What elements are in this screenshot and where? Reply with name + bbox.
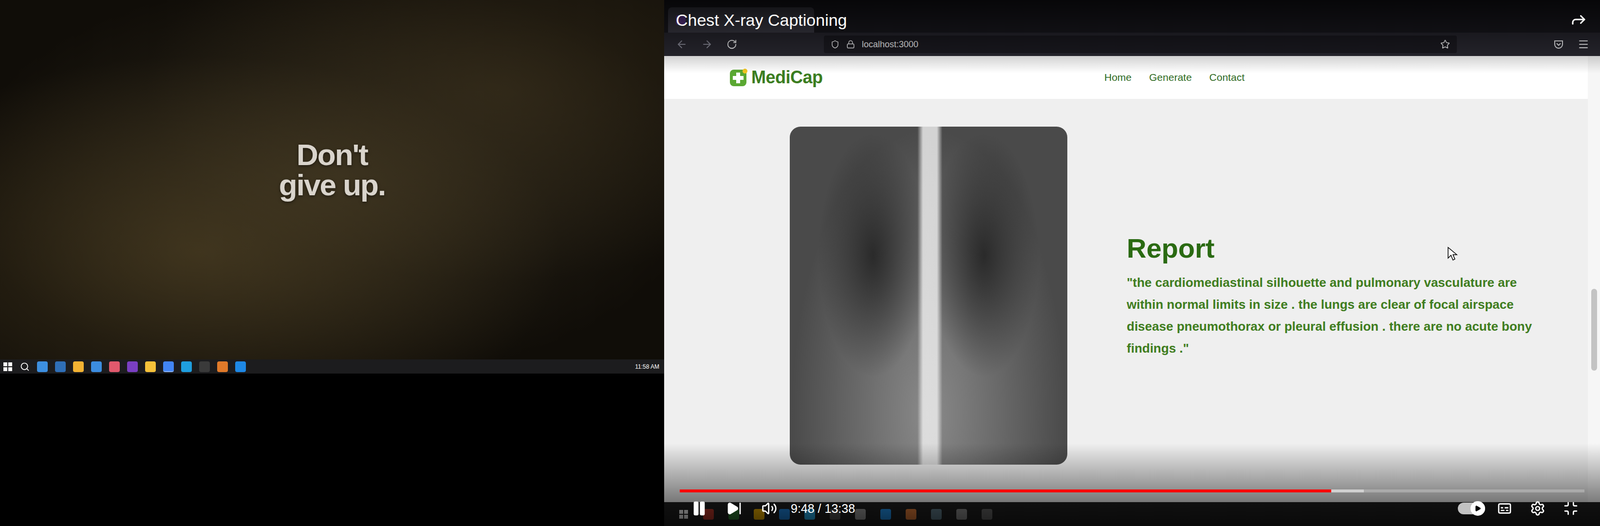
nav-links: Home Generate Contact <box>1104 71 1245 84</box>
wallpaper-text: give up. <box>279 169 386 201</box>
taskbar-app-icon[interactable] <box>199 361 210 373</box>
video-title[interactable]: Chest X-ray Captioning <box>675 10 848 30</box>
taskbar-app-icon[interactable] <box>55 361 66 373</box>
report-text: "the cardiomediastinal silhouette and pu… <box>1126 271 1541 360</box>
autoplay-track[interactable] <box>1457 502 1486 515</box>
start-icon[interactable] <box>2 361 13 372</box>
web-page: MediCapHomeGenerateContactReport"the car… <box>664 55 1600 503</box>
taskbar-app-icon[interactable] <box>217 361 228 373</box>
taskbar-app-icon[interactable] <box>145 361 156 373</box>
left-monitor: Don'tgive up. 11:58 AM <box>0 0 665 526</box>
captions-icon[interactable] <box>1496 500 1513 517</box>
taskbar-app-icon[interactable] <box>235 361 246 373</box>
report: Report "the cardiomediastinal silhouette … <box>1126 232 1541 360</box>
next-icon[interactable] <box>726 500 743 517</box>
controls-row: 9:48 / 13:38 <box>679 496 1585 521</box>
exit-fullscreen-button[interactable] <box>1557 496 1585 521</box>
page-content: Report "the cardiomediastinal silhouette … <box>664 98 1588 465</box>
next-button[interactable] <box>720 496 748 521</box>
taskbar-app-icon[interactable] <box>37 361 48 373</box>
nav-link[interactable]: Generate <box>1149 71 1192 84</box>
player-controls: 9:48 / 13:38 <box>664 443 1600 526</box>
gear-icon[interactable] <box>1529 500 1546 517</box>
empty-area <box>0 373 665 526</box>
taskbar-app-icon[interactable] <box>73 361 84 373</box>
time-display: 9:48 / 13:38 <box>790 501 856 516</box>
volume-button[interactable] <box>755 496 783 521</box>
scrollbar[interactable] <box>1587 55 1600 503</box>
xray-image <box>789 126 1068 465</box>
pause-icon[interactable] <box>690 500 708 517</box>
exit-fullscreen-icon[interactable] <box>1562 500 1579 517</box>
taskbar-app-icon[interactable] <box>127 361 138 373</box>
volume-icon[interactable] <box>761 500 778 517</box>
video-player[interactable]: localhost:3000MediCapHomeGenerateContact… <box>664 0 1600 526</box>
nav-link[interactable]: Contact <box>1209 71 1245 84</box>
autoplay-play-icon <box>1474 504 1482 512</box>
progress-bar[interactable] <box>679 489 1585 493</box>
taskbar: 11:58 AM <box>0 359 665 374</box>
scrollbar-thumb[interactable] <box>1591 288 1598 371</box>
taskbar-app-icon[interactable] <box>109 361 120 373</box>
share-icon[interactable] <box>1569 10 1588 29</box>
taskbar-app-icon[interactable] <box>163 361 174 373</box>
play-pause-button[interactable] <box>685 496 713 521</box>
taskbar-clock: 11:58 AM <box>634 363 660 371</box>
autoplay-knob[interactable] <box>1470 501 1486 516</box>
wallpaper-text: Don't <box>296 139 368 170</box>
report-heading: Report <box>1126 232 1541 264</box>
settings-button[interactable] <box>1524 496 1552 521</box>
taskbar-app-icon[interactable] <box>181 361 192 373</box>
right-controls <box>1457 496 1585 521</box>
captions-button[interactable] <box>1490 496 1519 521</box>
desktop-wallpaper: Don'tgive up. <box>0 0 665 360</box>
screen: Don'tgive up.11:58 AMlocalhost:3000MediC… <box>0 0 1600 526</box>
nav-link[interactable]: Home <box>1104 71 1132 84</box>
progress-fill <box>679 489 1332 493</box>
player-top-bar: Chest X-ray Captioning <box>664 0 1600 74</box>
autoplay-toggle[interactable] <box>1457 496 1486 521</box>
mouse-cursor-icon <box>1447 246 1458 261</box>
taskbar-app-icon[interactable] <box>91 361 102 373</box>
search-icon[interactable] <box>19 361 30 372</box>
page-main: MediCapHomeGenerateContactReport"the car… <box>664 55 1588 503</box>
